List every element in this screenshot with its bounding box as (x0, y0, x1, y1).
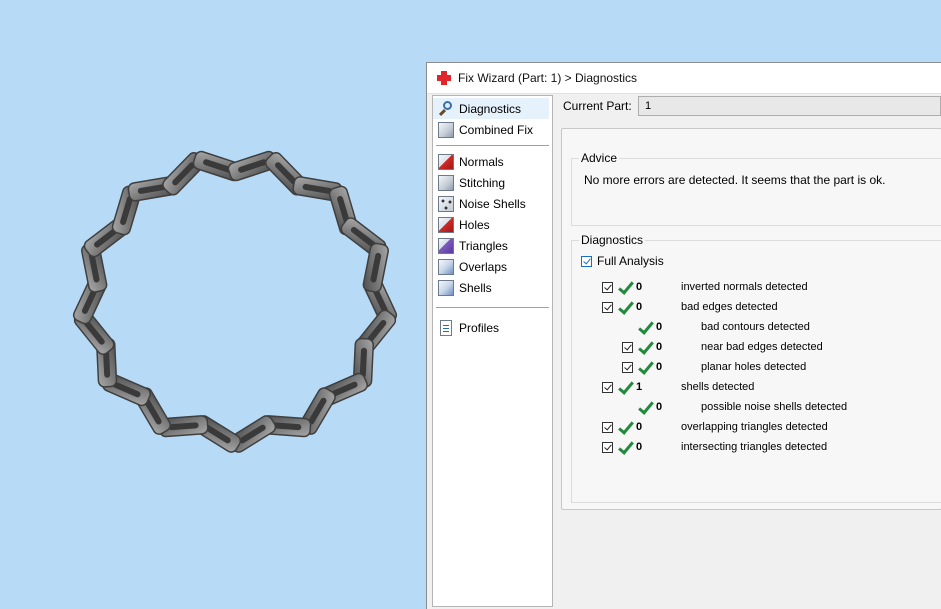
green-checkmark-icon (617, 280, 633, 296)
nav-item-label: Holes (459, 217, 490, 232)
advice-group: Advice No more errors are detected. It s… (571, 151, 941, 226)
overlaps-cube-icon (438, 258, 454, 275)
diagnostic-label: bad contours detected (701, 321, 810, 333)
stitching-cube-icon (438, 174, 454, 191)
current-part-field[interactable]: 1 (638, 96, 941, 116)
diagnostic-label: intersecting triangles detected (681, 441, 828, 453)
green-checkmark-icon (617, 440, 633, 456)
diagnostic-row: 0 overlapping triangles detected (572, 420, 941, 436)
diagnostic-row: 0 inverted normals detected (572, 280, 941, 296)
nav-divider (436, 145, 549, 146)
nav-item-overlaps[interactable]: Overlaps (433, 256, 552, 277)
nav-item-holes[interactable]: Holes (433, 214, 552, 235)
diagnostic-count: 0 (636, 281, 643, 293)
wizard-content: Current Part: 1 Advice No more errors ar… (561, 95, 941, 609)
diagnostic-count: 0 (656, 401, 663, 413)
diagnostic-checkbox[interactable] (622, 362, 633, 373)
chain-ring-model[interactable] (70, 140, 410, 460)
diagnostics-group: Diagnostics Full Analysis 0 inverted norm… (571, 233, 941, 503)
diagnostic-count: 0 (656, 341, 663, 353)
nav-divider (436, 307, 549, 308)
diagnostic-label: inverted normals detected (681, 281, 808, 293)
green-checkmark-icon (617, 420, 633, 436)
green-checkmark-icon (617, 380, 633, 396)
advice-title: Advice (579, 151, 620, 165)
diagnostic-row: 0 planar holes detected (572, 360, 941, 376)
diagnostics-panel: Advice No more errors are detected. It s… (561, 128, 941, 510)
nav-item-label: Stitching (459, 175, 506, 190)
nav-item-label: Diagnostics (459, 101, 522, 116)
nav-item-label: Combined Fix (459, 122, 534, 137)
diagnostic-label: near bad edges detected (701, 341, 823, 353)
3d-viewport[interactable] (0, 0, 426, 609)
nav-item-stitching[interactable]: Stitching (433, 172, 552, 193)
diagnostic-checkbox[interactable] (622, 342, 633, 353)
diagnostic-label: overlapping triangles detected (681, 421, 828, 433)
full-analysis-checkbox[interactable] (581, 256, 592, 267)
diagnostic-checkbox[interactable] (602, 302, 613, 313)
green-checkmark-icon (637, 360, 653, 376)
nav-item-label: Overlaps (459, 259, 508, 274)
nav-item-label: Triangles (459, 238, 508, 253)
diagnostic-label: planar holes detected (701, 361, 807, 373)
cube-icon (438, 121, 454, 138)
shells-cube-icon (438, 279, 454, 296)
diagnostic-checkbox[interactable] (602, 382, 613, 393)
diagnostic-row: 1 shells detected (572, 380, 941, 396)
document-icon (440, 319, 452, 336)
diagnostic-checkbox[interactable] (602, 442, 613, 453)
magnifier-icon (438, 100, 454, 117)
diagnostic-count: 1 (636, 381, 643, 393)
diagnostic-row: 0 bad contours detected (572, 320, 941, 336)
diagnostic-label: shells detected (681, 381, 755, 393)
advice-text: No more errors are detected. It seems th… (584, 173, 886, 187)
diagnostic-row: 0 bad edges detected (572, 300, 941, 316)
nav-item-noise-shells[interactable]: Noise Shells (433, 193, 552, 214)
diagnostic-row: 0 intersecting triangles detected (572, 440, 941, 456)
wizard-nav: Diagnostics Combined Fix Normals Stitchi… (432, 95, 553, 607)
diagnostic-count: 0 (656, 321, 663, 333)
nav-item-label: Noise Shells (459, 196, 526, 211)
normals-cube-icon (438, 153, 454, 170)
nav-item-diagnostics[interactable]: Diagnostics (433, 98, 549, 119)
nav-item-label: Profiles (459, 320, 500, 335)
green-checkmark-icon (637, 400, 653, 416)
current-part-label: Current Part: (563, 99, 632, 113)
red-cross-icon (437, 71, 451, 85)
diagnostic-count: 0 (636, 441, 643, 453)
diagnostic-row: 0 possible noise shells detected (572, 400, 941, 416)
nav-item-shells[interactable]: Shells (433, 277, 552, 298)
green-checkmark-icon (637, 340, 653, 356)
nav-item-combined-fix[interactable]: Combined Fix (433, 119, 552, 140)
diagnostic-label: bad edges detected (681, 301, 778, 313)
green-checkmark-icon (637, 320, 653, 336)
green-checkmark-icon (617, 300, 633, 316)
nav-item-label: Shells (459, 280, 492, 295)
window-title: Fix Wizard (Part: 1) > Diagnostics (458, 71, 638, 85)
diagnostic-checkbox[interactable] (602, 422, 613, 433)
noise-shells-cube-icon (438, 195, 454, 212)
diagnostic-checkbox[interactable] (602, 282, 613, 293)
diagnostic-row: 0 near bad edges detected (572, 340, 941, 356)
diagnostic-count: 0 (656, 361, 663, 373)
holes-cube-icon (438, 216, 454, 233)
title-bar: Fix Wizard (Part: 1) > Diagnostics (427, 63, 941, 94)
nav-item-triangles[interactable]: Triangles (433, 235, 552, 256)
current-part-row: Current Part: 1 (561, 95, 941, 117)
triangles-cube-icon (438, 237, 454, 254)
nav-item-label: Normals (459, 154, 504, 169)
nav-item-profiles[interactable]: Profiles (433, 317, 552, 338)
diagnostic-label: possible noise shells detected (701, 401, 848, 413)
fix-wizard-window: Fix Wizard (Part: 1) > Diagnostics Diagn… (426, 62, 941, 609)
diagnostics-title: Diagnostics (579, 233, 646, 247)
diagnostic-count: 0 (636, 301, 643, 313)
full-analysis-label: Full Analysis (597, 254, 664, 268)
nav-item-normals[interactable]: Normals (433, 151, 552, 172)
diagnostic-count: 0 (636, 421, 643, 433)
